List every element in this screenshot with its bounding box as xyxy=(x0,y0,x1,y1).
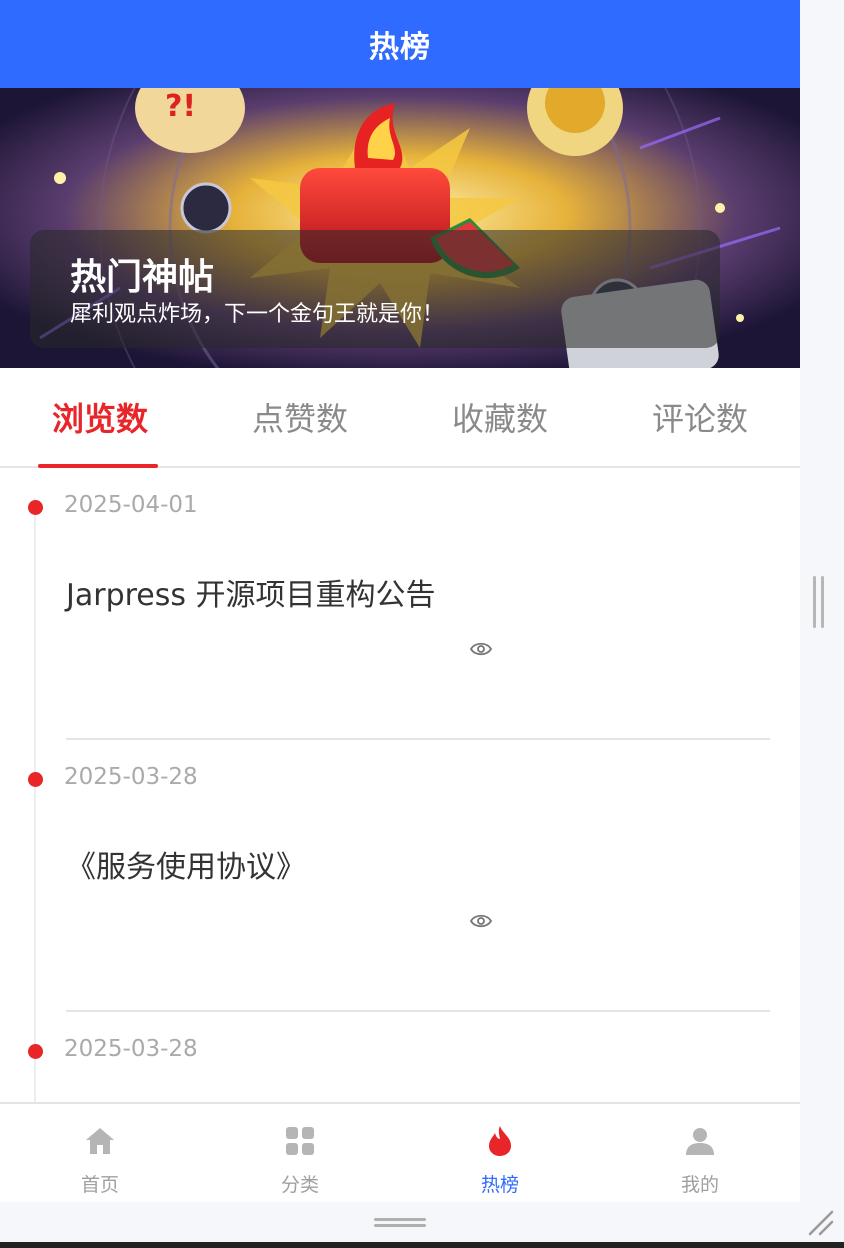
list-item[interactable]: 2025-04-01 Jarpress 开源项目重构公告 xyxy=(0,468,800,740)
tabbar-label: 我的 xyxy=(680,1174,719,1196)
tab-comments[interactable]: 评论数 xyxy=(600,368,800,466)
post-timeline: 2025-04-01 Jarpress 开源项目重构公告 2025-03-28 … xyxy=(0,468,800,1104)
bottom-drag-handle[interactable] xyxy=(374,1218,426,1228)
tabbar-item-hot[interactable]: 热榜 xyxy=(400,1104,600,1202)
timeline-dot xyxy=(28,772,43,787)
sort-tabs: 浏览数 点赞数 收藏数 评论数 xyxy=(0,368,800,468)
banner-title: 热门神帖 xyxy=(70,257,215,298)
tabbar-label: 热榜 xyxy=(480,1174,519,1196)
tabbar-item-home[interactable]: 首页 xyxy=(0,1104,200,1202)
hot-banner[interactable]: ?! 热门神帖 犀利观点炸场，下一个金句王就是你！ xyxy=(0,88,800,368)
tab-favorites[interactable]: 收藏数 xyxy=(400,368,600,466)
eye-icon xyxy=(470,642,492,656)
tabbar-item-category[interactable]: 分类 xyxy=(200,1104,400,1202)
list-item[interactable]: 2025-03-28 《服务使用协议》 xyxy=(0,740,800,1012)
resize-grip-icon[interactable] xyxy=(806,1208,834,1236)
post-date: 2025-04-01 xyxy=(64,492,198,518)
timeline-dot xyxy=(28,500,43,515)
grid-icon xyxy=(286,1127,314,1155)
timeline-dot xyxy=(28,1044,43,1059)
top-nav-bar: 热榜 xyxy=(0,0,800,88)
fire-icon xyxy=(489,1126,511,1156)
side-resize-handle[interactable] xyxy=(813,576,825,628)
list-item[interactable]: 2025-03-28 xyxy=(0,1012,800,1104)
app-screen: 热榜 ?! 热门神帖 犀利观点炸场，下一个金句王就是你！ 浏览数 点赞数 收藏数… xyxy=(0,0,800,1202)
post-date: 2025-03-28 xyxy=(64,764,198,790)
tab-likes[interactable]: 点赞数 xyxy=(200,368,400,466)
banner-subtitle: 犀利观点炸场，下一个金句王就是你！ xyxy=(70,302,445,327)
page-title: 热榜 xyxy=(369,30,431,65)
tabbar-label: 首页 xyxy=(80,1174,119,1196)
post-title[interactable]: Jarpress 开源项目重构公告 xyxy=(66,570,436,614)
eye-icon xyxy=(470,914,492,928)
home-icon xyxy=(86,1128,114,1154)
tab-views[interactable]: 浏览数 xyxy=(0,368,200,468)
tabbar-item-mine[interactable]: 我的 xyxy=(600,1104,800,1202)
user-icon xyxy=(686,1128,714,1155)
post-date: 2025-03-28 xyxy=(64,1036,198,1062)
bottom-tab-bar: 首页 分类 热榜 我的 xyxy=(0,1102,800,1202)
bottom-edge xyxy=(0,1242,844,1248)
banner-caption: 热门神帖 犀利观点炸场，下一个金句王就是你！ xyxy=(30,230,720,348)
svg-text:?!: ?! xyxy=(165,89,196,124)
post-title[interactable]: 《服务使用协议》 xyxy=(66,842,306,886)
tabbar-label: 分类 xyxy=(280,1174,319,1196)
